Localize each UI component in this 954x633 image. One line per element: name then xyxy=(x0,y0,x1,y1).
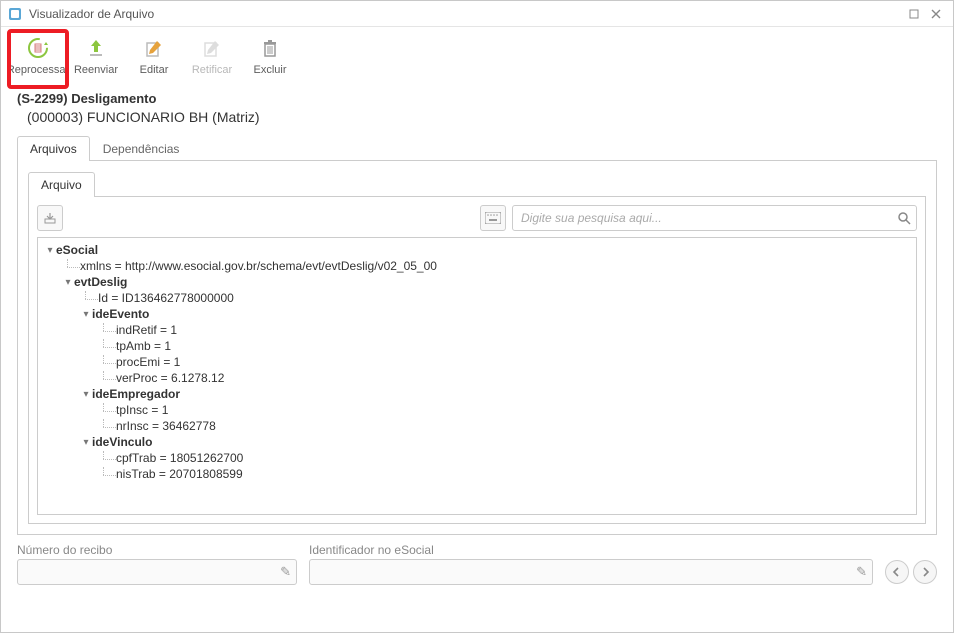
app-icon xyxy=(7,6,23,22)
reprocessar-button[interactable]: Reprocessar xyxy=(9,31,67,87)
search-icon[interactable] xyxy=(895,209,913,227)
prev-button[interactable] xyxy=(885,560,909,584)
tree-toggle[interactable]: ▾ xyxy=(62,277,74,288)
tab-dependencias[interactable]: Dependências xyxy=(90,136,193,161)
window-restore-icon[interactable] xyxy=(903,5,925,23)
tab-arquivos[interactable]: Arquivos xyxy=(17,136,90,161)
tree-leaf-procemi[interactable]: procEmi = 1 xyxy=(116,355,180,369)
window-close-icon[interactable] xyxy=(925,5,947,23)
outer-tabs: Arquivos Dependências xyxy=(17,135,937,161)
tree-toggle[interactable]: ▾ xyxy=(80,437,92,448)
tree-leaf-nistrab[interactable]: nisTrab = 20701808599 xyxy=(116,467,243,481)
edit-pencil-icon[interactable]: ✎ xyxy=(280,564,291,580)
keyboard-button[interactable] xyxy=(480,205,506,231)
recibo-input[interactable]: ✎ xyxy=(17,559,297,585)
retificar-label: Retificar xyxy=(192,64,232,76)
excluir-button[interactable]: Excluir xyxy=(241,31,299,87)
inner-pane: ▾eSocial xmlns = http://www.esocial.gov.… xyxy=(28,197,926,524)
tree-leaf-indretif[interactable]: indRetif = 1 xyxy=(116,323,177,337)
tree-leaf-nrinsc[interactable]: nrInsc = 36462778 xyxy=(116,419,216,433)
export-button[interactable] xyxy=(37,205,63,231)
edit-pencil-icon[interactable]: ✎ xyxy=(856,564,867,580)
tree-leaf-id[interactable]: Id = ID136462778000000 xyxy=(98,291,234,305)
tree-leaf-verproc[interactable]: verProc = 6.1278.12 xyxy=(116,371,224,385)
reprocessar-label: Reprocessar xyxy=(7,64,69,76)
reenviar-button[interactable]: Reenviar xyxy=(67,31,125,87)
xml-tree[interactable]: ▾eSocial xmlns = http://www.esocial.gov.… xyxy=(37,237,917,515)
search-input[interactable] xyxy=(512,205,917,231)
event-code-title: (S-2299) Desligamento xyxy=(17,91,937,106)
tree-leaf-tpamb[interactable]: tpAmb = 1 xyxy=(116,339,171,353)
editar-label: Editar xyxy=(140,64,169,76)
upload-icon xyxy=(83,35,109,61)
event-subtitle: (000003) FUNCIONARIO BH (Matriz) xyxy=(27,109,937,125)
retificar-button: Retificar xyxy=(183,31,241,87)
window-title: Visualizador de Arquivo xyxy=(29,7,903,21)
editar-button[interactable]: Editar xyxy=(125,31,183,87)
tree-node-ideevento[interactable]: ideEvento xyxy=(92,307,149,321)
tree-node-esocial[interactable]: eSocial xyxy=(56,243,98,257)
reprocess-icon xyxy=(25,35,51,61)
tree-toggle[interactable]: ▾ xyxy=(80,309,92,320)
rectify-icon xyxy=(199,35,225,61)
tree-toggle[interactable]: ▾ xyxy=(44,245,56,256)
recibo-label: Número do recibo xyxy=(17,543,297,557)
reenviar-label: Reenviar xyxy=(74,64,118,76)
tree-leaf-xmlns[interactable]: xmlns = http://www.esocial.gov.br/schema… xyxy=(80,259,437,273)
toolbar: Reprocessar Reenviar Editar Retificar Ex… xyxy=(1,27,953,87)
footer: Número do recibo ✎ Identificador no eSoc… xyxy=(1,535,953,595)
tree-leaf-cpftrab[interactable]: cpfTrab = 18051262700 xyxy=(116,451,243,465)
edit-icon xyxy=(141,35,167,61)
tree-node-ideempregador[interactable]: ideEmpregador xyxy=(92,387,180,401)
identificador-input[interactable]: ✎ xyxy=(309,559,873,585)
tree-leaf-tpinsc[interactable]: tpInsc = 1 xyxy=(116,403,168,417)
outer-pane: Arquivo ▾eSocial xyxy=(17,161,937,535)
window-titlebar: Visualizador de Arquivo xyxy=(1,1,953,27)
tree-toggle[interactable]: ▾ xyxy=(80,389,92,400)
inner-tabs: Arquivo xyxy=(28,171,926,197)
next-button[interactable] xyxy=(913,560,937,584)
identificador-label: Identificador no eSocial xyxy=(309,543,873,557)
trash-icon xyxy=(257,35,283,61)
tree-node-evtdeslig[interactable]: evtDeslig xyxy=(74,275,127,289)
tree-node-idevinculo[interactable]: ideVinculo xyxy=(92,435,152,449)
excluir-label: Excluir xyxy=(253,64,286,76)
tab-arquivo[interactable]: Arquivo xyxy=(28,172,95,197)
